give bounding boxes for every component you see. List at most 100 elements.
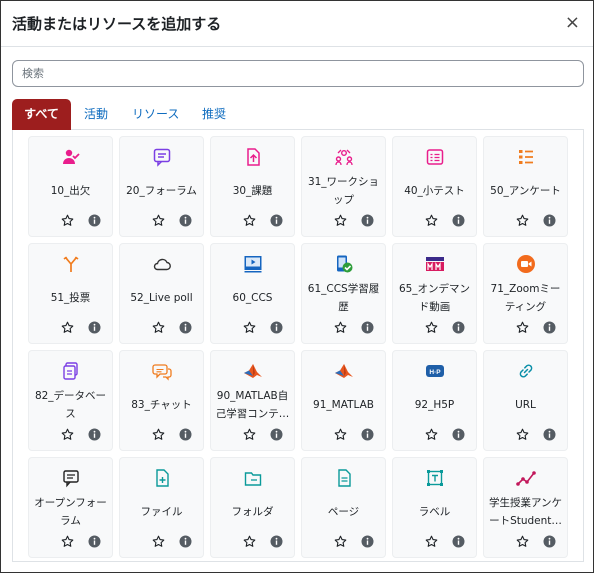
activity-card[interactable]: フォルダ <box>210 457 295 558</box>
activity-card[interactable]: 65_オンデマンド動画 <box>392 243 477 344</box>
tab-pane-all: 10_出欠 20_フォーラム 30_課題 31_ワークショップ 40_小テスト 50_アン… <box>12 130 584 562</box>
activity-name: 20_フォーラム <box>126 185 197 197</box>
star-icon[interactable] <box>334 321 347 334</box>
activity-name: 90_MATLAB自己学習コンテ… <box>215 390 290 420</box>
info-icon[interactable] <box>452 428 465 441</box>
info-icon[interactable] <box>88 535 101 548</box>
activity-card[interactable]: 30_課題 <box>210 136 295 237</box>
add-activity-dialog: 活動またはリソースを追加する × すべて 活動 リソース 推奨 10_出欠 20_… <box>0 0 594 573</box>
activity-card[interactable]: 52_Live poll <box>119 243 204 344</box>
star-icon[interactable] <box>516 428 529 441</box>
activity-card[interactable]: 90_MATLAB自己学習コンテ… <box>210 350 295 451</box>
star-icon[interactable] <box>61 535 74 548</box>
activity-name: 30_課題 <box>232 185 273 197</box>
activity-card[interactable]: 20_フォーラム <box>119 136 204 237</box>
info-icon[interactable] <box>543 428 556 441</box>
star-icon[interactable] <box>516 321 529 334</box>
activity-card[interactable]: オープンフォーラム <box>28 457 113 558</box>
star-icon[interactable] <box>425 214 438 227</box>
activity-card[interactable]: 31_ワークショップ <box>301 136 386 237</box>
activity-card[interactable]: 50_アンケート <box>483 136 568 237</box>
info-icon[interactable] <box>543 321 556 334</box>
activity-name: 65_オンデマンド動画 <box>398 283 471 313</box>
activity-card[interactable]: 51_投票 <box>28 243 113 344</box>
info-icon[interactable] <box>270 321 283 334</box>
info-icon[interactable] <box>361 321 374 334</box>
activity-card[interactable]: 82_データベース <box>28 350 113 451</box>
activity-card[interactable]: 83_チャット <box>119 350 204 451</box>
phone-check-icon <box>334 254 354 274</box>
info-icon[interactable] <box>361 214 374 227</box>
activity-card[interactable]: ラベル <box>392 457 477 558</box>
forum-icon <box>152 147 172 167</box>
star-icon[interactable] <box>152 535 165 548</box>
activity-card[interactable]: H·P 92_H5P <box>392 350 477 451</box>
star-icon[interactable] <box>425 535 438 548</box>
search-input[interactable] <box>12 60 584 87</box>
info-icon[interactable] <box>452 214 465 227</box>
activity-card[interactable]: 61_CCS学習履歴 <box>301 243 386 344</box>
star-icon[interactable] <box>152 214 165 227</box>
star-icon[interactable] <box>516 214 529 227</box>
info-icon[interactable] <box>270 428 283 441</box>
info-icon[interactable] <box>361 428 374 441</box>
star-icon[interactable] <box>61 321 74 334</box>
info-icon[interactable] <box>179 321 192 334</box>
star-icon[interactable] <box>152 428 165 441</box>
feedback-icon <box>516 147 536 167</box>
info-icon[interactable] <box>270 535 283 548</box>
info-icon[interactable] <box>88 214 101 227</box>
star-icon[interactable] <box>243 535 256 548</box>
star-icon[interactable] <box>516 535 529 548</box>
star-icon[interactable] <box>243 321 256 334</box>
activity-card[interactable]: 学生授業アンケートStudent… <box>483 457 568 558</box>
info-icon[interactable] <box>88 428 101 441</box>
close-icon[interactable]: × <box>565 13 580 33</box>
star-icon[interactable] <box>152 321 165 334</box>
star-icon[interactable] <box>61 214 74 227</box>
chat-icon <box>152 361 172 381</box>
activity-card[interactable]: URL <box>483 350 568 451</box>
tab-recommended[interactable]: 推奨 <box>202 99 226 130</box>
star-icon[interactable] <box>425 428 438 441</box>
info-icon[interactable] <box>543 535 556 548</box>
star-icon[interactable] <box>425 321 438 334</box>
activity-name: 学生授業アンケートStudent… <box>488 497 563 527</box>
info-icon[interactable] <box>361 535 374 548</box>
star-icon[interactable] <box>243 428 256 441</box>
tab-all[interactable]: すべて <box>12 99 71 130</box>
activity-name: 52_Live poll <box>130 292 193 304</box>
star-icon[interactable] <box>334 535 347 548</box>
info-icon[interactable] <box>452 535 465 548</box>
activity-name: 71_Zoomミーティング <box>490 283 561 313</box>
workshop-icon <box>334 147 354 167</box>
star-icon[interactable] <box>61 428 74 441</box>
label-icon <box>425 468 445 488</box>
activity-card[interactable]: 60_CCS <box>210 243 295 344</box>
activity-card[interactable]: ページ <box>301 457 386 558</box>
activity-card[interactable]: ファイル <box>119 457 204 558</box>
activity-card[interactable]: 40_小テスト <box>392 136 477 237</box>
link-icon <box>516 361 536 381</box>
info-icon[interactable] <box>88 321 101 334</box>
mm-logo-icon <box>425 254 445 274</box>
info-icon[interactable] <box>452 321 465 334</box>
activity-name: 92_H5P <box>414 399 455 411</box>
video-player-icon <box>243 254 263 274</box>
info-icon[interactable] <box>543 214 556 227</box>
dialog-title: 活動またはリソースを追加する <box>12 15 222 33</box>
assignment-icon <box>243 147 263 167</box>
tab-activities[interactable]: 活動 <box>84 99 108 130</box>
star-icon[interactable] <box>243 214 256 227</box>
star-icon[interactable] <box>334 214 347 227</box>
star-icon[interactable] <box>334 428 347 441</box>
activity-name: フォルダ <box>231 506 274 518</box>
info-icon[interactable] <box>179 214 192 227</box>
activity-card[interactable]: 10_出欠 <box>28 136 113 237</box>
info-icon[interactable] <box>179 428 192 441</box>
tab-resources[interactable]: リソース <box>132 99 179 130</box>
info-icon[interactable] <box>270 214 283 227</box>
activity-card[interactable]: 71_Zoomミーティング <box>483 243 568 344</box>
activity-card[interactable]: 91_MATLAB <box>301 350 386 451</box>
info-icon[interactable] <box>179 535 192 548</box>
